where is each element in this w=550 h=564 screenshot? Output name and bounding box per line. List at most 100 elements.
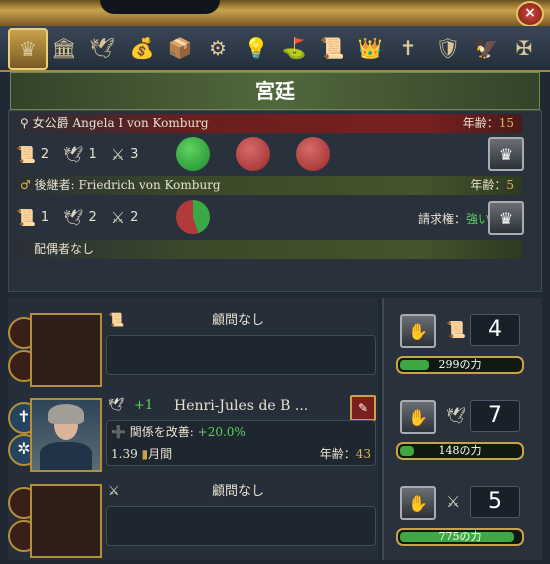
advisor-portrait-empty[interactable] bbox=[30, 484, 102, 558]
crown-icon: ♛ bbox=[498, 144, 514, 164]
tab-bar: ♛ 🏛 🕊 💰 📦 ⚙ 💡 ⛳ 📜 👑 ✝ 🛡 🦅 ✠ bbox=[0, 26, 550, 72]
mil-power-label: 775の力 bbox=[438, 530, 482, 543]
ruler-panel bbox=[8, 110, 542, 292]
heir-dip: 2 bbox=[88, 209, 97, 225]
tab-economy-icon[interactable]: 💰 bbox=[124, 30, 160, 66]
tab-decisions-icon[interactable]: 📜 bbox=[314, 30, 350, 66]
heir-trait[interactable] bbox=[176, 200, 210, 234]
hand-sword-icon: ✋ bbox=[408, 493, 428, 513]
tab-court-crown-icon[interactable]: ♛ bbox=[8, 28, 48, 70]
advisor-age-label: 年齢： bbox=[319, 447, 356, 461]
ruler-trait-positive[interactable] bbox=[176, 137, 210, 171]
heir-crown-button[interactable]: ♛ bbox=[488, 201, 524, 235]
advisor-info-box[interactable] bbox=[106, 506, 376, 546]
heir-stats: 📜 1 🕊 2 ⚔ 2 bbox=[16, 204, 152, 230]
advisor-info-box[interactable]: ➕ 関係を改善: +20.0% 1.39 ▮月間 年齢：43 bbox=[106, 420, 376, 466]
portrait-coat-icon bbox=[40, 442, 92, 470]
ruler-trait-slot[interactable] bbox=[236, 137, 270, 171]
dip-skill-value: 7 bbox=[470, 400, 520, 432]
advisor-header: ⚔ 顧問なし bbox=[108, 481, 378, 503]
tab-trade-icon[interactable]: 📦 bbox=[162, 30, 198, 66]
advisor-name: 顧問なし bbox=[212, 313, 265, 328]
window-top-border bbox=[0, 0, 550, 26]
dove-icon: 🕊 bbox=[108, 398, 125, 413]
advisor-name: Henri-Jules de B ... bbox=[174, 398, 309, 414]
dove-icon: 🕊 bbox=[446, 406, 467, 425]
dip-power-label: 148の力 bbox=[438, 444, 482, 457]
heir-claim: 請求権：強い bbox=[418, 210, 490, 227]
scroll-icon: 📜 bbox=[446, 320, 466, 339]
heir-band: ♂ 後継者: Friedrich von Komburg 年齢：5 bbox=[14, 176, 522, 195]
advisor-skill-bonus: +1 bbox=[134, 398, 154, 413]
advisor-header: 📜 顧問なし bbox=[108, 310, 378, 332]
hand-dove-icon: ✋ bbox=[408, 407, 428, 427]
title-bar: 宮廷 bbox=[10, 72, 540, 110]
dismiss-advisor-button[interactable]: ✎ bbox=[350, 395, 376, 421]
advisor-cost-unit: 月間 bbox=[148, 447, 173, 461]
ruler-age: 15 bbox=[498, 116, 514, 130]
swords-icon: ⚔ bbox=[110, 207, 126, 227]
advisor-portrait-empty[interactable] bbox=[30, 313, 102, 387]
advisor-effect-label: 関係を改善: bbox=[129, 425, 198, 439]
portrait-wig-icon bbox=[48, 404, 84, 424]
quill-icon: ✎ bbox=[357, 401, 369, 415]
advisor-header: 🕊 +1 Henri-Jules de B ... bbox=[108, 395, 378, 417]
tab-production-icon[interactable]: ⚙ bbox=[200, 30, 236, 66]
ruler-stats: 📜 2 🕊 1 ⚔ 3 bbox=[16, 141, 152, 167]
hand-scroll-icon: ✋ bbox=[408, 321, 428, 341]
heir-name: 後継者: Friedrich von Komburg bbox=[34, 178, 221, 192]
swords-icon: ⚔ bbox=[446, 492, 461, 511]
dove-icon: 🕊 bbox=[63, 144, 84, 164]
heir-age: 5 bbox=[506, 178, 514, 192]
consort-label: 配偶者なし bbox=[34, 242, 95, 256]
crown-icon: ♛ bbox=[498, 208, 514, 228]
top-ornament bbox=[100, 0, 220, 14]
tab-estates-icon[interactable]: 👑 bbox=[352, 30, 388, 66]
mil-skill-value: 5 bbox=[470, 486, 520, 518]
scroll-icon: 📜 bbox=[16, 144, 36, 164]
hire-mil-advisor-button[interactable]: ✋ bbox=[400, 486, 436, 520]
heir-adm: 1 bbox=[40, 209, 50, 225]
ruler-name: 女公爵 Angela I von Komburg bbox=[32, 116, 209, 130]
adm-power-label: 299の力 bbox=[438, 358, 482, 371]
heir-claim-value: 強い bbox=[465, 212, 490, 226]
hire-dip-advisor-button[interactable]: ✋ bbox=[400, 400, 436, 434]
tab-military-icon[interactable]: 🛡 bbox=[430, 30, 466, 66]
ruler-dip: 1 bbox=[88, 146, 97, 162]
mil-power-bar: 775の力 bbox=[396, 528, 524, 546]
hire-adm-advisor-button[interactable]: ✋ bbox=[400, 314, 436, 348]
tab-religion-icon[interactable]: ✝ bbox=[390, 30, 426, 66]
adm-power-bar: 299の力 bbox=[396, 356, 524, 374]
close-button[interactable]: × bbox=[516, 1, 544, 27]
advisor-portrait[interactable] bbox=[30, 398, 102, 472]
tab-government-icon[interactable]: 🏛 bbox=[46, 30, 82, 66]
swords-icon: ⚔ bbox=[108, 484, 120, 499]
scroll-icon: 📜 bbox=[16, 207, 36, 227]
search-icon: ⚲ bbox=[20, 116, 29, 130]
tab-diplomacy-icon[interactable]: 🕊 bbox=[84, 30, 120, 66]
advisor-effect-value: +20.0% bbox=[197, 425, 246, 439]
dove-icon: 🕊 bbox=[63, 207, 84, 227]
male-icon: ♂ bbox=[20, 178, 31, 192]
advisor-info-box[interactable] bbox=[106, 335, 376, 375]
ruler-age-label: 年齢： bbox=[462, 116, 499, 130]
advisor-name: 顧問なし bbox=[212, 484, 265, 499]
advisor-age: 43 bbox=[355, 447, 371, 461]
page-title: 宮廷 bbox=[255, 79, 295, 103]
heir-claim-label: 請求権： bbox=[417, 212, 466, 226]
swords-icon: ⚔ bbox=[110, 144, 126, 164]
tab-missions-icon[interactable]: ⛳ bbox=[276, 30, 312, 66]
ruler-trait-slot[interactable] bbox=[296, 137, 330, 171]
tab-cross-icon[interactable]: ✠ bbox=[506, 30, 542, 66]
tab-ideas-icon[interactable]: 💡 bbox=[238, 30, 274, 66]
consort-band: 配偶者なし bbox=[14, 240, 522, 259]
ruler-band: ⚲ 女公爵 Angela I von Komburg 年齢：15 bbox=[14, 114, 522, 133]
tab-subjects-icon[interactable]: 🦅 bbox=[468, 30, 504, 66]
ruler-crown-button[interactable]: ♛ bbox=[488, 137, 524, 171]
ruler-mil: 3 bbox=[130, 146, 139, 162]
scroll-icon: 📜 bbox=[108, 313, 125, 328]
dip-power-bar: 148の力 bbox=[396, 442, 524, 460]
ruler-adm: 2 bbox=[40, 146, 50, 162]
heir-age-label: 年齢： bbox=[470, 178, 507, 192]
adm-skill-value: 4 bbox=[470, 314, 520, 346]
